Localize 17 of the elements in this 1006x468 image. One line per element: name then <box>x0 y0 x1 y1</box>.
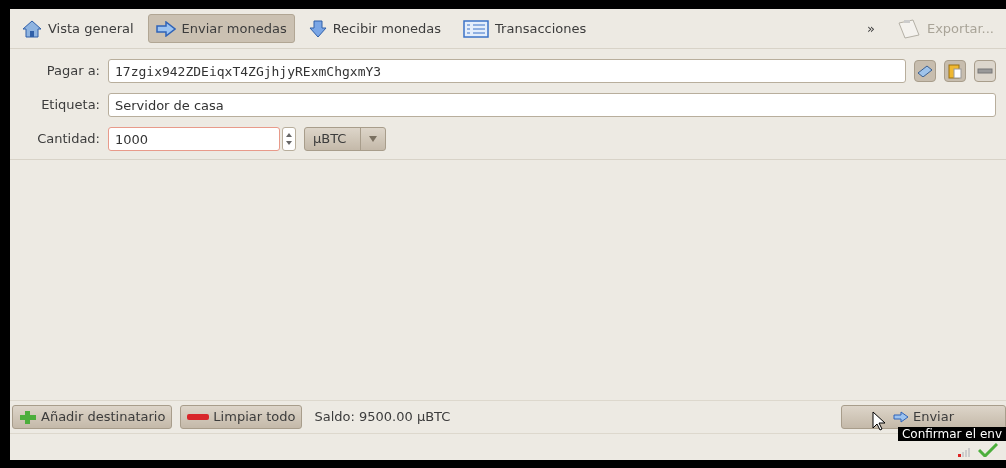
unit-dropdown[interactable]: µBTC <box>304 127 387 151</box>
field-label: Cantidad: <box>36 130 100 149</box>
field-label: Etiqueta: <box>40 96 100 115</box>
tab[interactable]: Transacciones <box>455 13 595 44</box>
balance-text: Saldo: 9500.00 µBTC <box>314 408 451 427</box>
tab[interactable]: Recibir monedas <box>300 13 450 44</box>
label-field[interactable]: Servidor de casa <box>108 93 996 117</box>
tab[interactable]: Vista general <box>14 13 142 44</box>
overflow-button[interactable]: » <box>858 13 883 44</box>
add-recipient-button[interactable]: Añadir destinatario <box>12 405 173 429</box>
amount-field[interactable]: 1000 <box>108 127 280 151</box>
send-button[interactable]: Enviar <box>841 405 1006 429</box>
field-label: Pagar a: <box>45 62 100 81</box>
tab[interactable]: Enviar monedas <box>147 13 295 44</box>
clear-all-button[interactable]: Limpiar todo <box>180 405 303 429</box>
tooltip: Confirmar el env <box>897 427 1006 441</box>
address-field[interactable]: 17zgix942ZDEiqxT4ZGjhjyRExmChgxmY3 <box>108 59 906 83</box>
